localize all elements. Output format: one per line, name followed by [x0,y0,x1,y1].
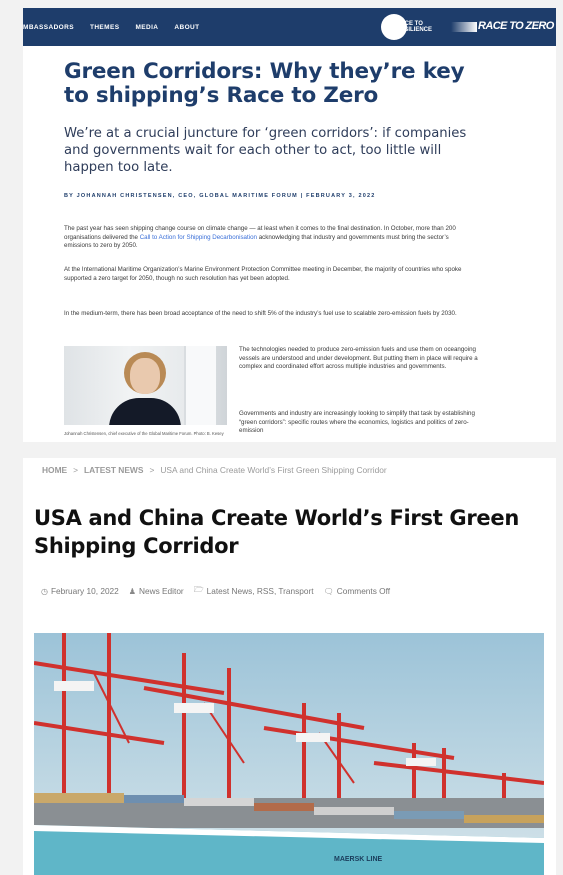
top-navigation-bar: MBASSADORS THEMES MEDIA ABOUT RACE TO RE… [23,8,556,46]
post-meta: ◷ February 10, 2022 ♟ News Editor 🗁 Latest … [41,584,400,598]
usa-china-article: HOME > LATEST NEWS > USA and China Create Wo… [23,458,556,875]
nav-item-themes[interactable]: THEMES [90,24,120,31]
breadcrumb-current: USA and China Create World’s First Green… [160,465,387,475]
hero-image-container-ship-port: MAERSK LINE [34,633,544,875]
article-subtitle: We’re at a crucial juncture for ‘green c… [64,126,467,175]
container-port-illustration: MAERSK LINE [34,633,544,875]
author-photo [64,346,227,425]
breadcrumb-home[interactable]: HOME [42,465,67,475]
container-stacks [34,793,544,828]
breadcrumb-separator: > [149,465,155,475]
photo-caption: Johannah Christensen, chief executive of… [64,431,224,436]
clock-icon: ◷ [41,586,48,596]
breadcrumb-latest-news[interactable]: LATEST NEWS [84,465,143,475]
post-date: February 10, 2022 [50,586,119,596]
logo-line2: RESILIENCE [396,27,433,33]
ship-name-label: MAERSK LINE [334,856,383,863]
breadcrumb: HOME > LATEST NEWS > USA and China Create Wo… [42,465,387,475]
article-paragraph-1: The past year has seen shipping change c… [64,225,474,251]
nav-item-media[interactable]: MEDIA [135,24,158,31]
post-categories[interactable]: Latest News, RSS, Transport [207,586,314,596]
page-title: USA and China Create World’s First Green… [34,506,519,558]
green-corridors-article: MBASSADORS THEMES MEDIA ABOUT RACE TO RE… [23,8,556,442]
article-paragraph-2: At the International Maritime Organizati… [64,266,462,282]
article-paragraph-5: Governments and industry are increasingl… [239,410,475,435]
article-byline: BY JOHANNAH CHRISTENSEN, CEO, GLOBAL MAR… [64,193,376,199]
article-paragraph-3: In the medium-term, there has been broad… [64,310,457,317]
post-comments: Comments Off [336,586,391,596]
user-icon: ♟ [128,586,136,596]
race-to-zero-logo-text: RACE TO ZERO [478,20,554,32]
folder-icon: 🗁 [193,585,204,594]
logo-gradient-bar-icon [451,22,477,32]
article-paragraph-4: The technologies needed to produce zero-… [239,346,478,371]
race-to-resilience-logo[interactable]: RACE TO RESILIENCE [381,14,433,40]
nav-item-about[interactable]: ABOUT [174,24,199,31]
post-author[interactable]: News Editor [139,586,184,596]
comment-icon: 🗨 [323,586,334,596]
breadcrumb-separator: > [73,465,79,475]
nav-item-ambassadors[interactable]: MBASSADORS [23,24,74,31]
call-to-action-link[interactable]: Call to Action for Shipping Decarbonisat… [140,234,257,241]
article-title: Green Corridors: Why they’re key to ship… [64,59,465,108]
race-to-zero-logo[interactable]: RACE TO ZERO [451,18,556,36]
